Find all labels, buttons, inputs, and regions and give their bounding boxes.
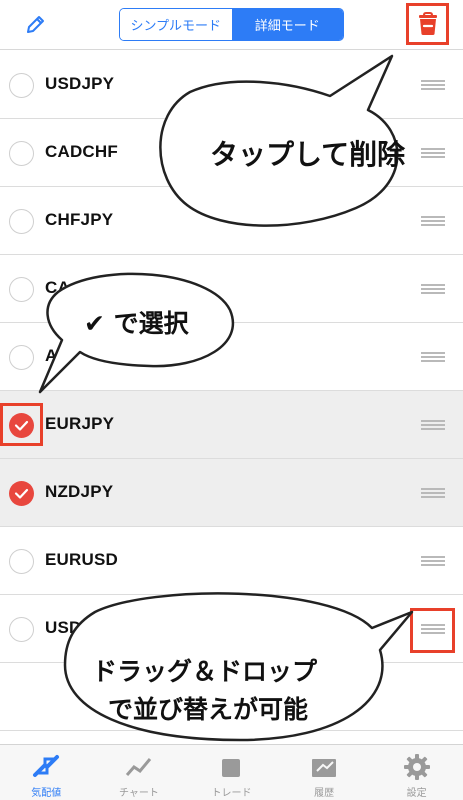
symbol-label: CADCHF xyxy=(45,142,118,161)
tab-label: 気配値 xyxy=(31,788,62,799)
symbol-label: CA xyxy=(45,278,70,297)
symbol-label: EURUSD xyxy=(45,550,118,569)
tab-label: チャート xyxy=(118,788,159,799)
drag-callout-text-line2: で並び替えが可能 xyxy=(108,695,309,724)
select-radio[interactable] xyxy=(9,617,34,642)
drag-handle-icon[interactable] xyxy=(421,80,445,90)
history-icon xyxy=(312,759,337,777)
quotes-icon xyxy=(33,755,60,777)
select-radio[interactable] xyxy=(9,141,34,166)
drag-handle-icon[interactable] xyxy=(421,556,445,566)
list-item[interactable]: USDJPY xyxy=(0,51,463,119)
tab-chart[interactable]: チャート xyxy=(93,745,186,800)
drag-callout-text-line1: ドラッグ＆ドロップ xyxy=(92,657,318,686)
symbol-label: EURJPY xyxy=(45,414,115,433)
symbol-label: USDTRY xyxy=(45,618,116,637)
symbol-label: AU xyxy=(45,346,70,365)
select-radio-checked[interactable] xyxy=(9,481,34,506)
select-radio[interactable] xyxy=(9,209,34,234)
tab-quotes[interactable]: 気配値 xyxy=(0,745,93,800)
list-item[interactable]: EURJPY xyxy=(0,391,463,459)
checkmark-icon xyxy=(14,488,29,499)
select-radio[interactable] xyxy=(9,277,34,302)
tab-trade[interactable]: トレード xyxy=(185,745,278,800)
trade-icon xyxy=(222,759,241,777)
chart-icon xyxy=(125,758,152,776)
drag-highlight-box xyxy=(410,608,455,653)
drag-handle-icon[interactable] xyxy=(421,216,445,226)
list-item[interactable]: CA xyxy=(0,255,463,323)
gear-icon xyxy=(403,754,430,780)
segment-simple-mode[interactable]: シンプルモード xyxy=(120,9,232,40)
drag-handle-icon[interactable] xyxy=(421,148,445,158)
pencil-icon[interactable] xyxy=(24,12,48,36)
select-radio[interactable] xyxy=(9,549,34,574)
list-item[interactable]: AU xyxy=(0,323,463,391)
delete-button[interactable] xyxy=(406,3,449,45)
symbol-label: NZDJPY xyxy=(45,482,114,501)
list-item[interactable]: EURUSD xyxy=(0,527,463,595)
mode-segmented-control: シンプルモード 詳細モード xyxy=(119,8,344,41)
trash-icon xyxy=(418,12,437,35)
select-callout-text: ✔ で選択 xyxy=(84,309,189,338)
select-radio[interactable] xyxy=(9,345,34,370)
symbol-label: USDJPY xyxy=(45,74,115,93)
delete-callout-text: タップして削除 xyxy=(210,138,406,171)
symbol-label: CHFJPY xyxy=(45,210,114,229)
select-highlight-box xyxy=(0,403,43,446)
tab-label: 設定 xyxy=(406,788,427,799)
drag-handle-icon[interactable] xyxy=(421,284,445,294)
select-radio[interactable] xyxy=(9,73,34,98)
tab-label: トレード xyxy=(211,788,252,799)
drag-handle-icon[interactable] xyxy=(421,352,445,362)
header-bar: シンプルモード 詳細モード xyxy=(0,0,463,50)
tab-settings[interactable]: 設定 xyxy=(370,745,463,800)
tab-label: 履歴 xyxy=(314,788,335,799)
tab-bar: 気配値 チャート トレード 履歴 設定 xyxy=(0,744,463,800)
segment-detail-mode[interactable]: 詳細モード xyxy=(231,9,343,40)
list-item[interactable]: NZDJPY xyxy=(0,459,463,527)
tab-history[interactable]: 履歴 xyxy=(278,745,371,800)
drag-handle-icon[interactable] xyxy=(421,420,445,430)
list-item[interactable]: CHFJPY xyxy=(0,187,463,255)
drag-handle-icon[interactable] xyxy=(421,488,445,498)
